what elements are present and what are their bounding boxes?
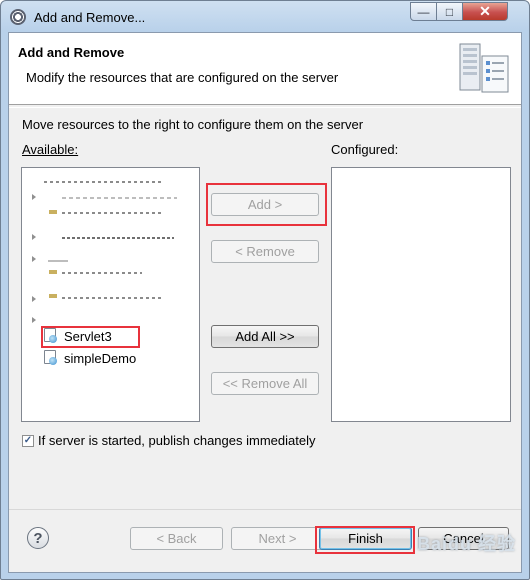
web-project-icon	[44, 350, 59, 366]
available-label: Available:	[22, 142, 78, 157]
configured-list[interactable]	[331, 167, 511, 422]
add-remove-dialog: Add and Remove... — □ ✕ Add and Remove M…	[0, 0, 530, 580]
highlight-add-button	[206, 183, 327, 226]
publish-checkbox-label: If server is started, publish changes im…	[38, 433, 316, 448]
highlight-servlet3	[41, 326, 140, 348]
eclipse-app-icon	[10, 9, 26, 25]
help-icon: ?	[33, 529, 43, 547]
close-icon: ✕	[479, 3, 491, 19]
minimize-icon: —	[417, 4, 430, 19]
window-title: Add and Remove...	[34, 10, 146, 25]
configured-label: Configured:	[331, 142, 398, 157]
configured-label-text: Configured:	[331, 142, 399, 157]
title-bar[interactable]: Add and Remove... — □ ✕	[1, 1, 529, 33]
banner-title: Add and Remove	[18, 45, 125, 60]
maximize-button[interactable]: □	[436, 2, 463, 21]
publish-option[interactable]: ✓ If server is started, publish changes …	[22, 433, 315, 448]
list-item-label: simpleDemo	[64, 350, 137, 366]
help-button[interactable]: ?	[27, 527, 49, 549]
remove-button[interactable]: < Remove	[211, 240, 319, 263]
maximize-icon: □	[445, 4, 454, 19]
available-list[interactable]: Servlet3 simpleDemo	[21, 167, 200, 422]
cancel-button[interactable]: Cancel	[418, 527, 509, 550]
minimize-button[interactable]: —	[410, 2, 437, 21]
dialog-body: Add and Remove Modify the resources that…	[8, 32, 522, 573]
banner-description: Modify the resources that are configured…	[26, 70, 339, 85]
next-button[interactable]: Next >	[231, 527, 324, 550]
publish-checkbox[interactable]: ✓	[22, 434, 34, 447]
remove-all-button[interactable]: << Remove All	[211, 372, 319, 395]
server-wizard-icon	[459, 43, 509, 93]
list-item-simpledemo[interactable]: simpleDemo	[44, 350, 136, 366]
add-all-button[interactable]: Add All >>	[211, 325, 319, 348]
button-bar-divider	[9, 509, 521, 510]
close-button[interactable]: ✕	[462, 2, 508, 21]
wizard-banner: Add and Remove Modify the resources that…	[9, 33, 521, 105]
back-button[interactable]: < Back	[130, 527, 223, 550]
available-label-text: Available:	[22, 142, 79, 157]
banner-divider	[9, 107, 521, 108]
instructions-text: Move resources to the right to configure…	[22, 117, 364, 132]
highlight-finish-button	[315, 526, 415, 554]
